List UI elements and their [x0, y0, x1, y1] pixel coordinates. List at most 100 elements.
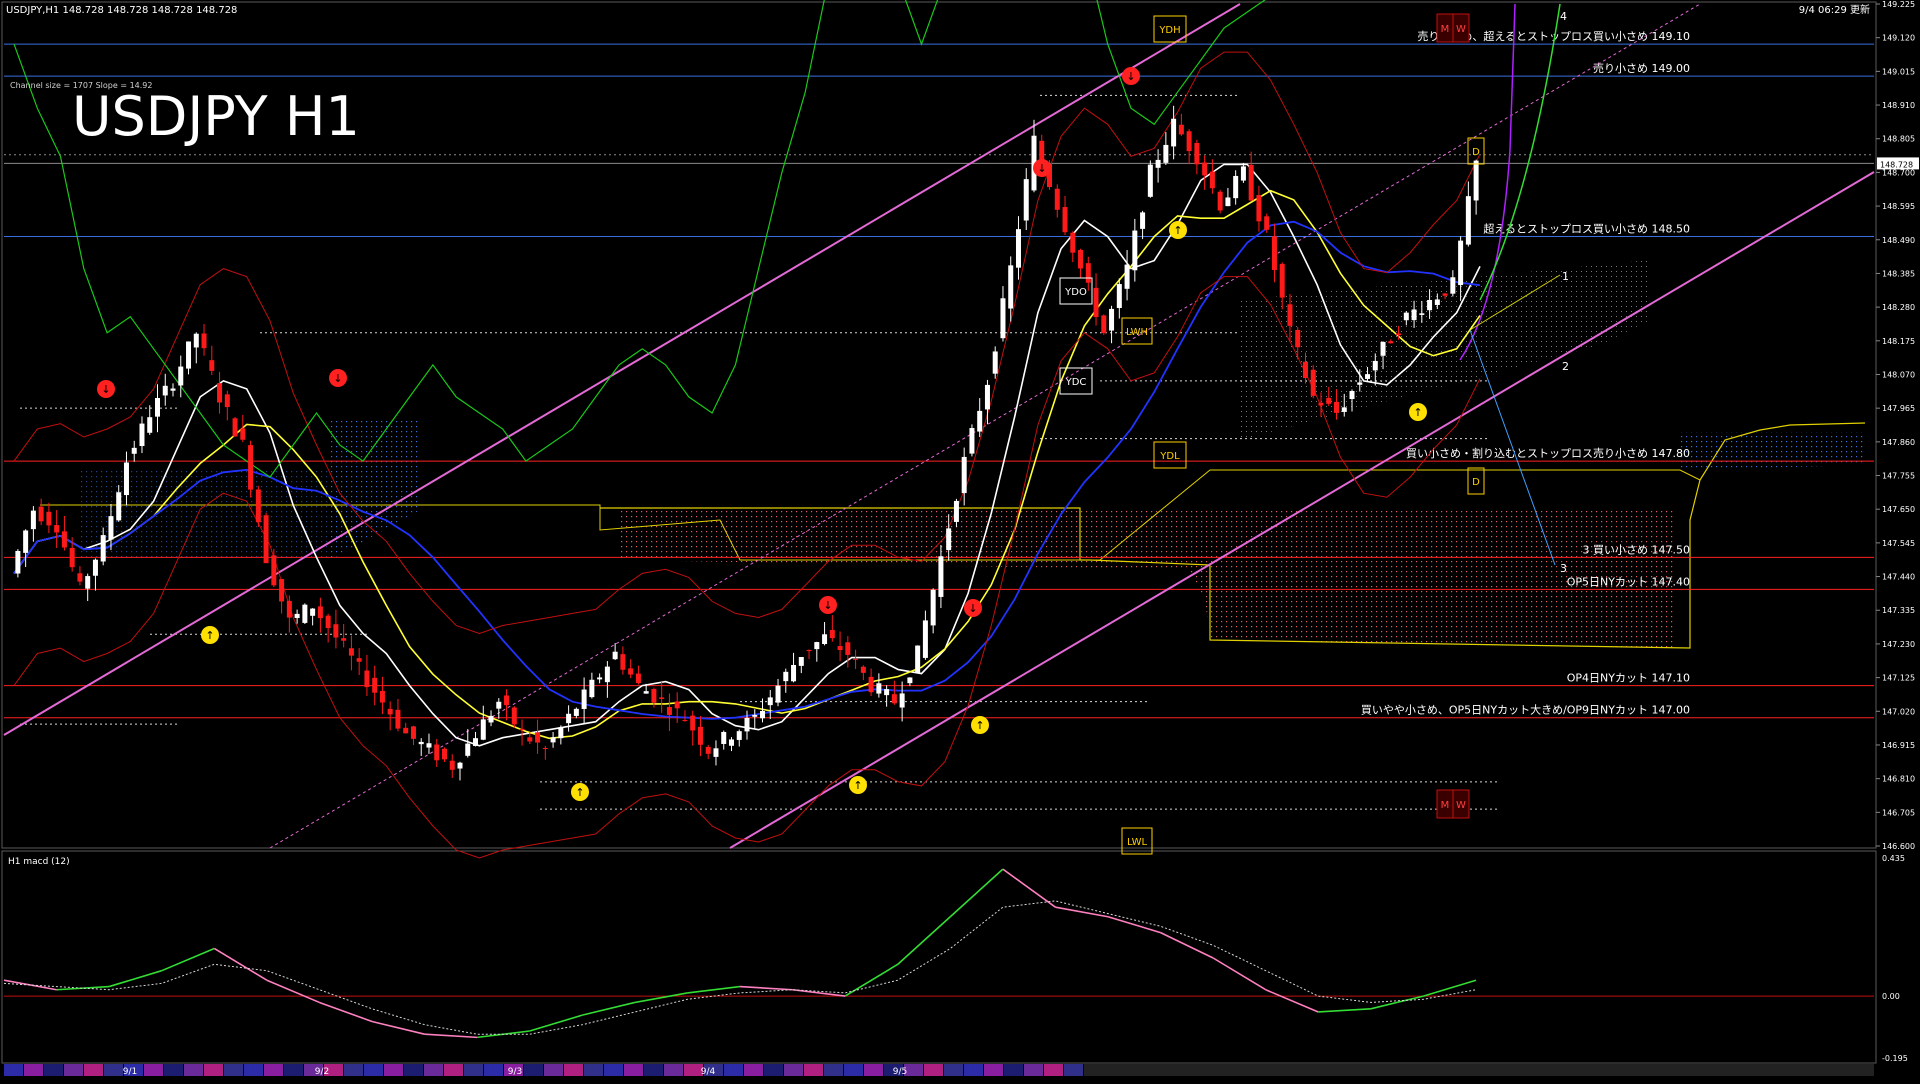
- bull-candle: [1450, 277, 1456, 294]
- bear-candle: [806, 649, 812, 652]
- bull-candle: [1155, 159, 1161, 168]
- bull-candle: [1458, 240, 1464, 286]
- bear-candle: [54, 525, 60, 533]
- wave-label: 3: [1560, 562, 1567, 575]
- bull-candle: [294, 613, 300, 618]
- y-tick-label: 148.595: [1882, 202, 1915, 211]
- wave-label: 2: [1562, 360, 1569, 373]
- session-block: [924, 1064, 943, 1076]
- bull-candle: [822, 634, 828, 644]
- y-tick-label: 147.860: [1882, 438, 1915, 447]
- macd-label: H1 macd (12): [8, 857, 70, 867]
- bear-candle: [1318, 402, 1324, 406]
- bear-candle: [504, 695, 510, 706]
- bear-candle: [1194, 142, 1200, 165]
- bear-candle: [1302, 361, 1308, 379]
- bull-candle: [1163, 144, 1169, 163]
- y-tick-label: 148.490: [1882, 236, 1915, 245]
- session-block: [804, 1064, 823, 1076]
- macd-tick-label: -0.195: [1882, 1054, 1908, 1063]
- bear-candle: [1078, 250, 1084, 269]
- bull-candle: [1411, 309, 1417, 321]
- arrow-down-icon: ↓: [1037, 162, 1046, 175]
- bear-candle: [1295, 329, 1301, 348]
- y-tick-label: 149.015: [1882, 67, 1915, 76]
- bull-candle: [798, 657, 804, 666]
- session-block: [264, 1064, 283, 1076]
- session-block: [604, 1064, 623, 1076]
- bear-candle: [1093, 287, 1099, 318]
- bull-candle: [1000, 298, 1006, 339]
- bear-candle: [620, 654, 626, 670]
- wave-label: 4: [1560, 10, 1567, 23]
- bear-candle: [317, 606, 323, 619]
- bull-candle: [480, 719, 486, 740]
- session-block: [64, 1064, 83, 1076]
- level-label: OP5日NYカット 147.40: [1567, 575, 1690, 588]
- session-block: [44, 1064, 63, 1076]
- bull-candle: [984, 384, 990, 410]
- bull-candle: [767, 697, 773, 706]
- marker-label-ydh: YDH: [1158, 25, 1180, 36]
- bull-candle: [977, 410, 983, 432]
- arrow-down-icon: ↓: [333, 372, 342, 385]
- bear-candle: [1178, 124, 1184, 135]
- wave-label: 1: [1562, 270, 1569, 283]
- bear-candle: [341, 638, 347, 641]
- bear-candle: [1202, 162, 1208, 176]
- bull-candle: [876, 683, 882, 694]
- bull-candle: [1109, 308, 1115, 331]
- bull-candle: [1116, 284, 1122, 308]
- bear-candle: [279, 579, 285, 602]
- bear-candle: [1396, 333, 1402, 336]
- bull-candle: [85, 576, 91, 589]
- bear-candle: [69, 547, 75, 568]
- bear-candle: [77, 573, 83, 582]
- y-tick-label: 148.805: [1882, 135, 1915, 144]
- session-block: [1004, 1064, 1023, 1076]
- bull-candle: [744, 717, 750, 732]
- bear-candle: [286, 600, 292, 618]
- y-tick-label: 148.700: [1882, 168, 1915, 177]
- session-block: [4, 1064, 23, 1076]
- macd-tick-label: 0.435: [1882, 854, 1905, 863]
- date-tick-label: 9/4: [701, 1067, 716, 1077]
- session-block: [224, 1064, 243, 1076]
- session-block: [164, 1064, 183, 1076]
- bull-candle: [922, 620, 928, 658]
- bull-candle: [147, 417, 153, 433]
- level-label: OP4日NYカット 147.10: [1567, 672, 1690, 685]
- session-block: [284, 1064, 303, 1076]
- bull-candle: [465, 743, 471, 756]
- session-block: [824, 1064, 843, 1076]
- y-tick-label: 147.965: [1882, 404, 1915, 413]
- session-block: [624, 1064, 643, 1076]
- y-tick-label: 148.280: [1882, 303, 1915, 312]
- bear-candle: [217, 383, 223, 403]
- bull-candle: [1124, 264, 1130, 289]
- bull-candle: [488, 715, 494, 723]
- session-block: [424, 1064, 443, 1076]
- bull-candle: [108, 516, 114, 540]
- y-tick-label: 148.910: [1882, 101, 1915, 110]
- mw-label: M: [1441, 800, 1450, 811]
- bear-candle: [333, 624, 339, 638]
- bull-candle: [992, 351, 998, 374]
- bear-candle: [705, 746, 711, 754]
- bear-candle: [674, 701, 680, 709]
- date-tick-label: 9/1: [123, 1067, 137, 1077]
- bull-candle: [721, 731, 727, 744]
- bear-candle: [1209, 171, 1215, 189]
- bear-candle: [519, 728, 525, 731]
- bear-candle: [224, 394, 230, 408]
- bull-candle: [643, 691, 649, 694]
- bull-candle: [550, 737, 556, 743]
- bear-candle: [441, 748, 447, 760]
- bear-candle: [690, 715, 696, 731]
- bull-candle: [752, 714, 758, 717]
- bull-candle: [969, 428, 975, 454]
- bear-candle: [61, 531, 67, 548]
- session-block: [984, 1064, 1003, 1076]
- y-tick-label: 149.120: [1882, 34, 1915, 43]
- bear-candle: [379, 690, 385, 703]
